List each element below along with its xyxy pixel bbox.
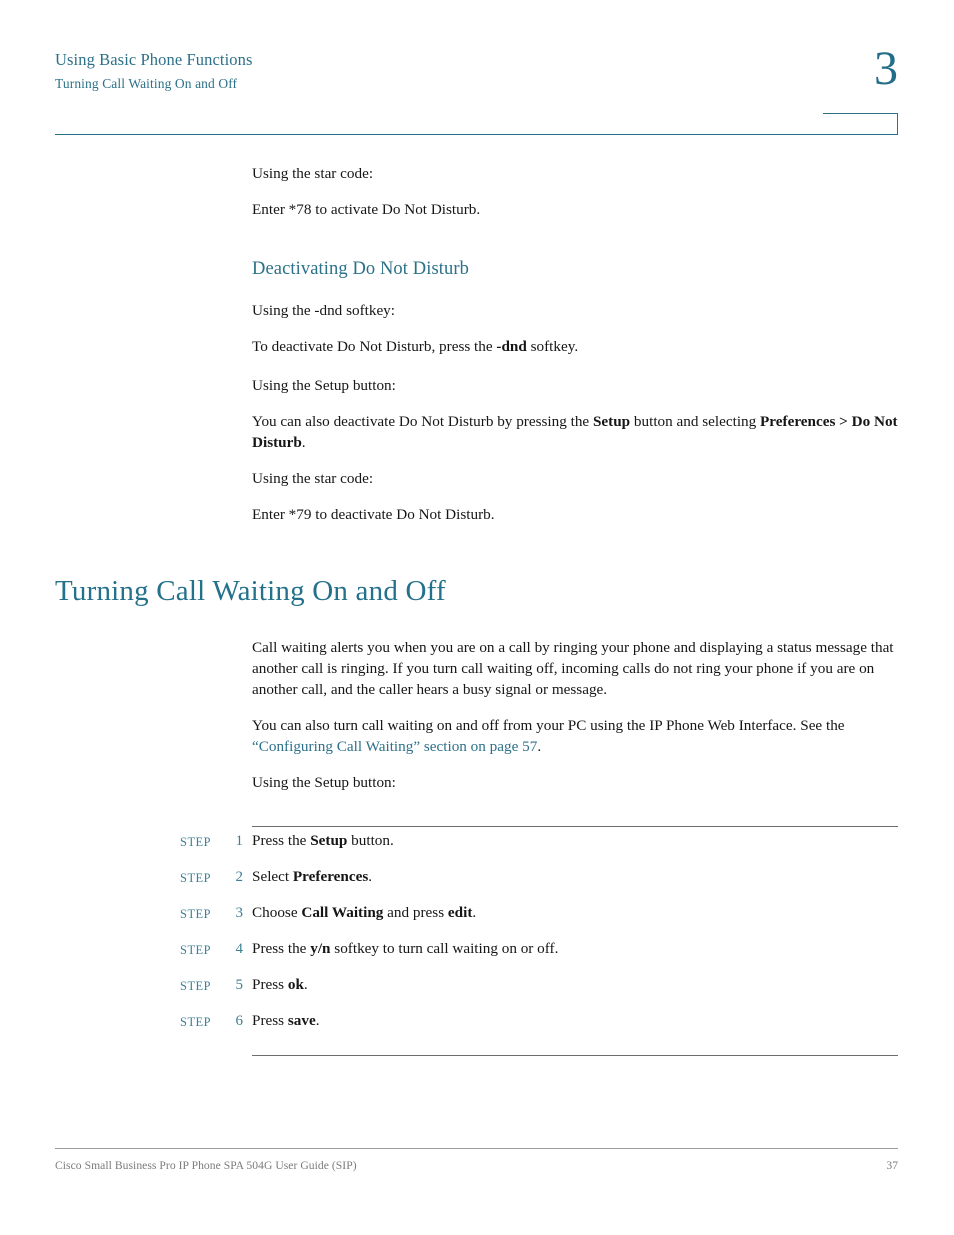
step-text-post: softkey to turn call waiting on or off. (330, 940, 559, 957)
step-number: 4 (235, 941, 244, 957)
step-text: Press the Setup button. (252, 830, 898, 851)
dnd-softkey-pre: To deactivate Do Not Disturb, press the (252, 338, 497, 355)
cross-reference-link-configuring-call-waiting[interactable]: “Configuring Call Waiting” section on pa… (252, 738, 537, 755)
step-text-pre: Press the (252, 832, 311, 849)
step-label: STEP (180, 979, 212, 993)
step-text-keyword: y/n (310, 940, 331, 957)
step-label: STEP (180, 1015, 212, 1029)
running-header: Using Basic Phone Functions Turning Call… (55, 48, 755, 96)
step-text: Press save. (252, 1010, 898, 1031)
step-number: 6 (235, 1013, 244, 1029)
dnd-setup-mid: button and selecting (630, 413, 761, 430)
step-text-keyword: Call Waiting (301, 904, 384, 921)
deactivating-heading-wrap: Deactivating Do Not Disturb (252, 257, 898, 281)
dnd-setup-label: Using the Setup button: (252, 377, 396, 394)
step-row: STEP 4 Press the y/n softkey to turn cal… (0, 934, 954, 970)
footer-rule (55, 1148, 898, 1149)
call-waiting-paragraph-2: You can also turn call waiting on and of… (252, 715, 898, 757)
page-footer: Cisco Small Business Pro IP Phone SPA 50… (55, 1157, 898, 1175)
step-number: 3 (235, 905, 244, 921)
star-code-text-2: Enter *79 to deactivate Do Not Disturb. (252, 506, 495, 523)
step-number: 5 (235, 977, 244, 993)
dnd-softkey-keyword: -dnd (496, 338, 527, 355)
dnd-setup-pre: You can also deactivate Do Not Disturb b… (252, 413, 593, 430)
dnd-setup-keyword-setup: Setup (592, 413, 631, 430)
step-list: STEP 1 Press the Setup button. STEP 2 Se… (0, 826, 954, 1056)
step-label: STEP (180, 835, 212, 849)
call-waiting-p2-post: . (537, 738, 542, 755)
step-label: STEP (180, 907, 212, 921)
deactivating-setup-block: Using the Setup button: You can also dea… (252, 375, 898, 453)
dnd-setup-keyword-preferences: Preferences (760, 413, 836, 430)
step-row: STEP 5 Press ok. (0, 970, 954, 1006)
chapter-number: 3 (874, 42, 898, 95)
step-list-bottom-rule (252, 1055, 898, 1056)
step-text-post: . (368, 868, 373, 885)
deactivating-starcode-block: Using the star code: Enter *79 to deacti… (252, 468, 898, 525)
page-title: Turning Call Waiting On and Off (55, 575, 446, 607)
step-text: Select Preferences. (252, 866, 898, 887)
header-box-decoration (823, 113, 898, 135)
step-text-keyword: Setup (310, 832, 348, 849)
step-number: 1 (235, 833, 244, 849)
dnd-activate-block: Using the star code: Enter *78 to activa… (252, 163, 898, 220)
document-page: Using Basic Phone Functions Turning Call… (0, 0, 954, 1235)
step-text-pre: Select (252, 868, 293, 885)
step-row: STEP 1 Press the Setup button. (0, 826, 954, 862)
step-text: Press the y/n softkey to turn call waiti… (252, 938, 898, 959)
step-text-mid: and press (383, 904, 448, 921)
step-text: Press ok. (252, 974, 898, 995)
step-text-post: . (315, 1012, 320, 1029)
step-label: STEP (180, 871, 212, 885)
header-section-title: Turning Call Waiting On and Off (55, 76, 238, 91)
call-waiting-setup-label: Using the Setup button: (252, 774, 396, 791)
step-number: 2 (235, 869, 244, 885)
call-waiting-description: Call waiting alerts you when you are on … (252, 637, 898, 793)
star-code-label-2: Using the star code: (252, 470, 374, 487)
star-code-text-1: Enter *78 to activate Do Not Disturb. (252, 201, 481, 218)
dnd-setup-instruction: You can also deactivate Do Not Disturb b… (252, 411, 898, 453)
step-row: STEP 6 Press save. (0, 1006, 954, 1042)
dnd-setup-separator: > (835, 413, 852, 430)
footer-page-number: 37 (886, 1159, 898, 1172)
step-row: STEP 3 Choose Call Waiting and press edi… (0, 898, 954, 934)
subheading-deactivating-dnd: Deactivating Do Not Disturb (252, 259, 469, 279)
step-text-pre: Press (252, 976, 288, 993)
step-text-keyword: ok (287, 976, 304, 993)
step-label: STEP (180, 943, 212, 957)
step-text-pre: Choose (252, 904, 302, 921)
step-text-post: button. (347, 832, 394, 849)
header-chapter-title: Using Basic Phone Functions (55, 50, 253, 69)
dnd-softkey-label: Using the -dnd softkey: (252, 302, 395, 319)
step-text-keyword-2: edit (447, 904, 473, 921)
step-text-pre: Press the (252, 940, 311, 957)
step-text-keyword: Preferences (292, 868, 369, 885)
step-text-post: . (472, 904, 477, 921)
dnd-setup-post: . (301, 434, 306, 451)
step-text: Choose Call Waiting and press edit. (252, 902, 898, 923)
deactivating-softkey-block: Using the -dnd softkey: To deactivate Do… (252, 300, 898, 357)
step-text-pre: Press (252, 1012, 288, 1029)
step-text-post: . (303, 976, 308, 993)
header-rule (55, 134, 898, 135)
footer-document-title: Cisco Small Business Pro IP Phone SPA 50… (55, 1159, 357, 1172)
step-text-keyword: save (287, 1012, 316, 1029)
dnd-softkey-instruction: To deactivate Do Not Disturb, press the … (252, 336, 898, 357)
call-waiting-paragraph-1: Call waiting alerts you when you are on … (252, 639, 894, 698)
star-code-label-1: Using the star code: (252, 165, 374, 182)
step-row: STEP 2 Select Preferences. (0, 862, 954, 898)
call-waiting-p2-pre: You can also turn call waiting on and of… (252, 717, 845, 734)
dnd-softkey-post: softkey. (526, 338, 579, 355)
